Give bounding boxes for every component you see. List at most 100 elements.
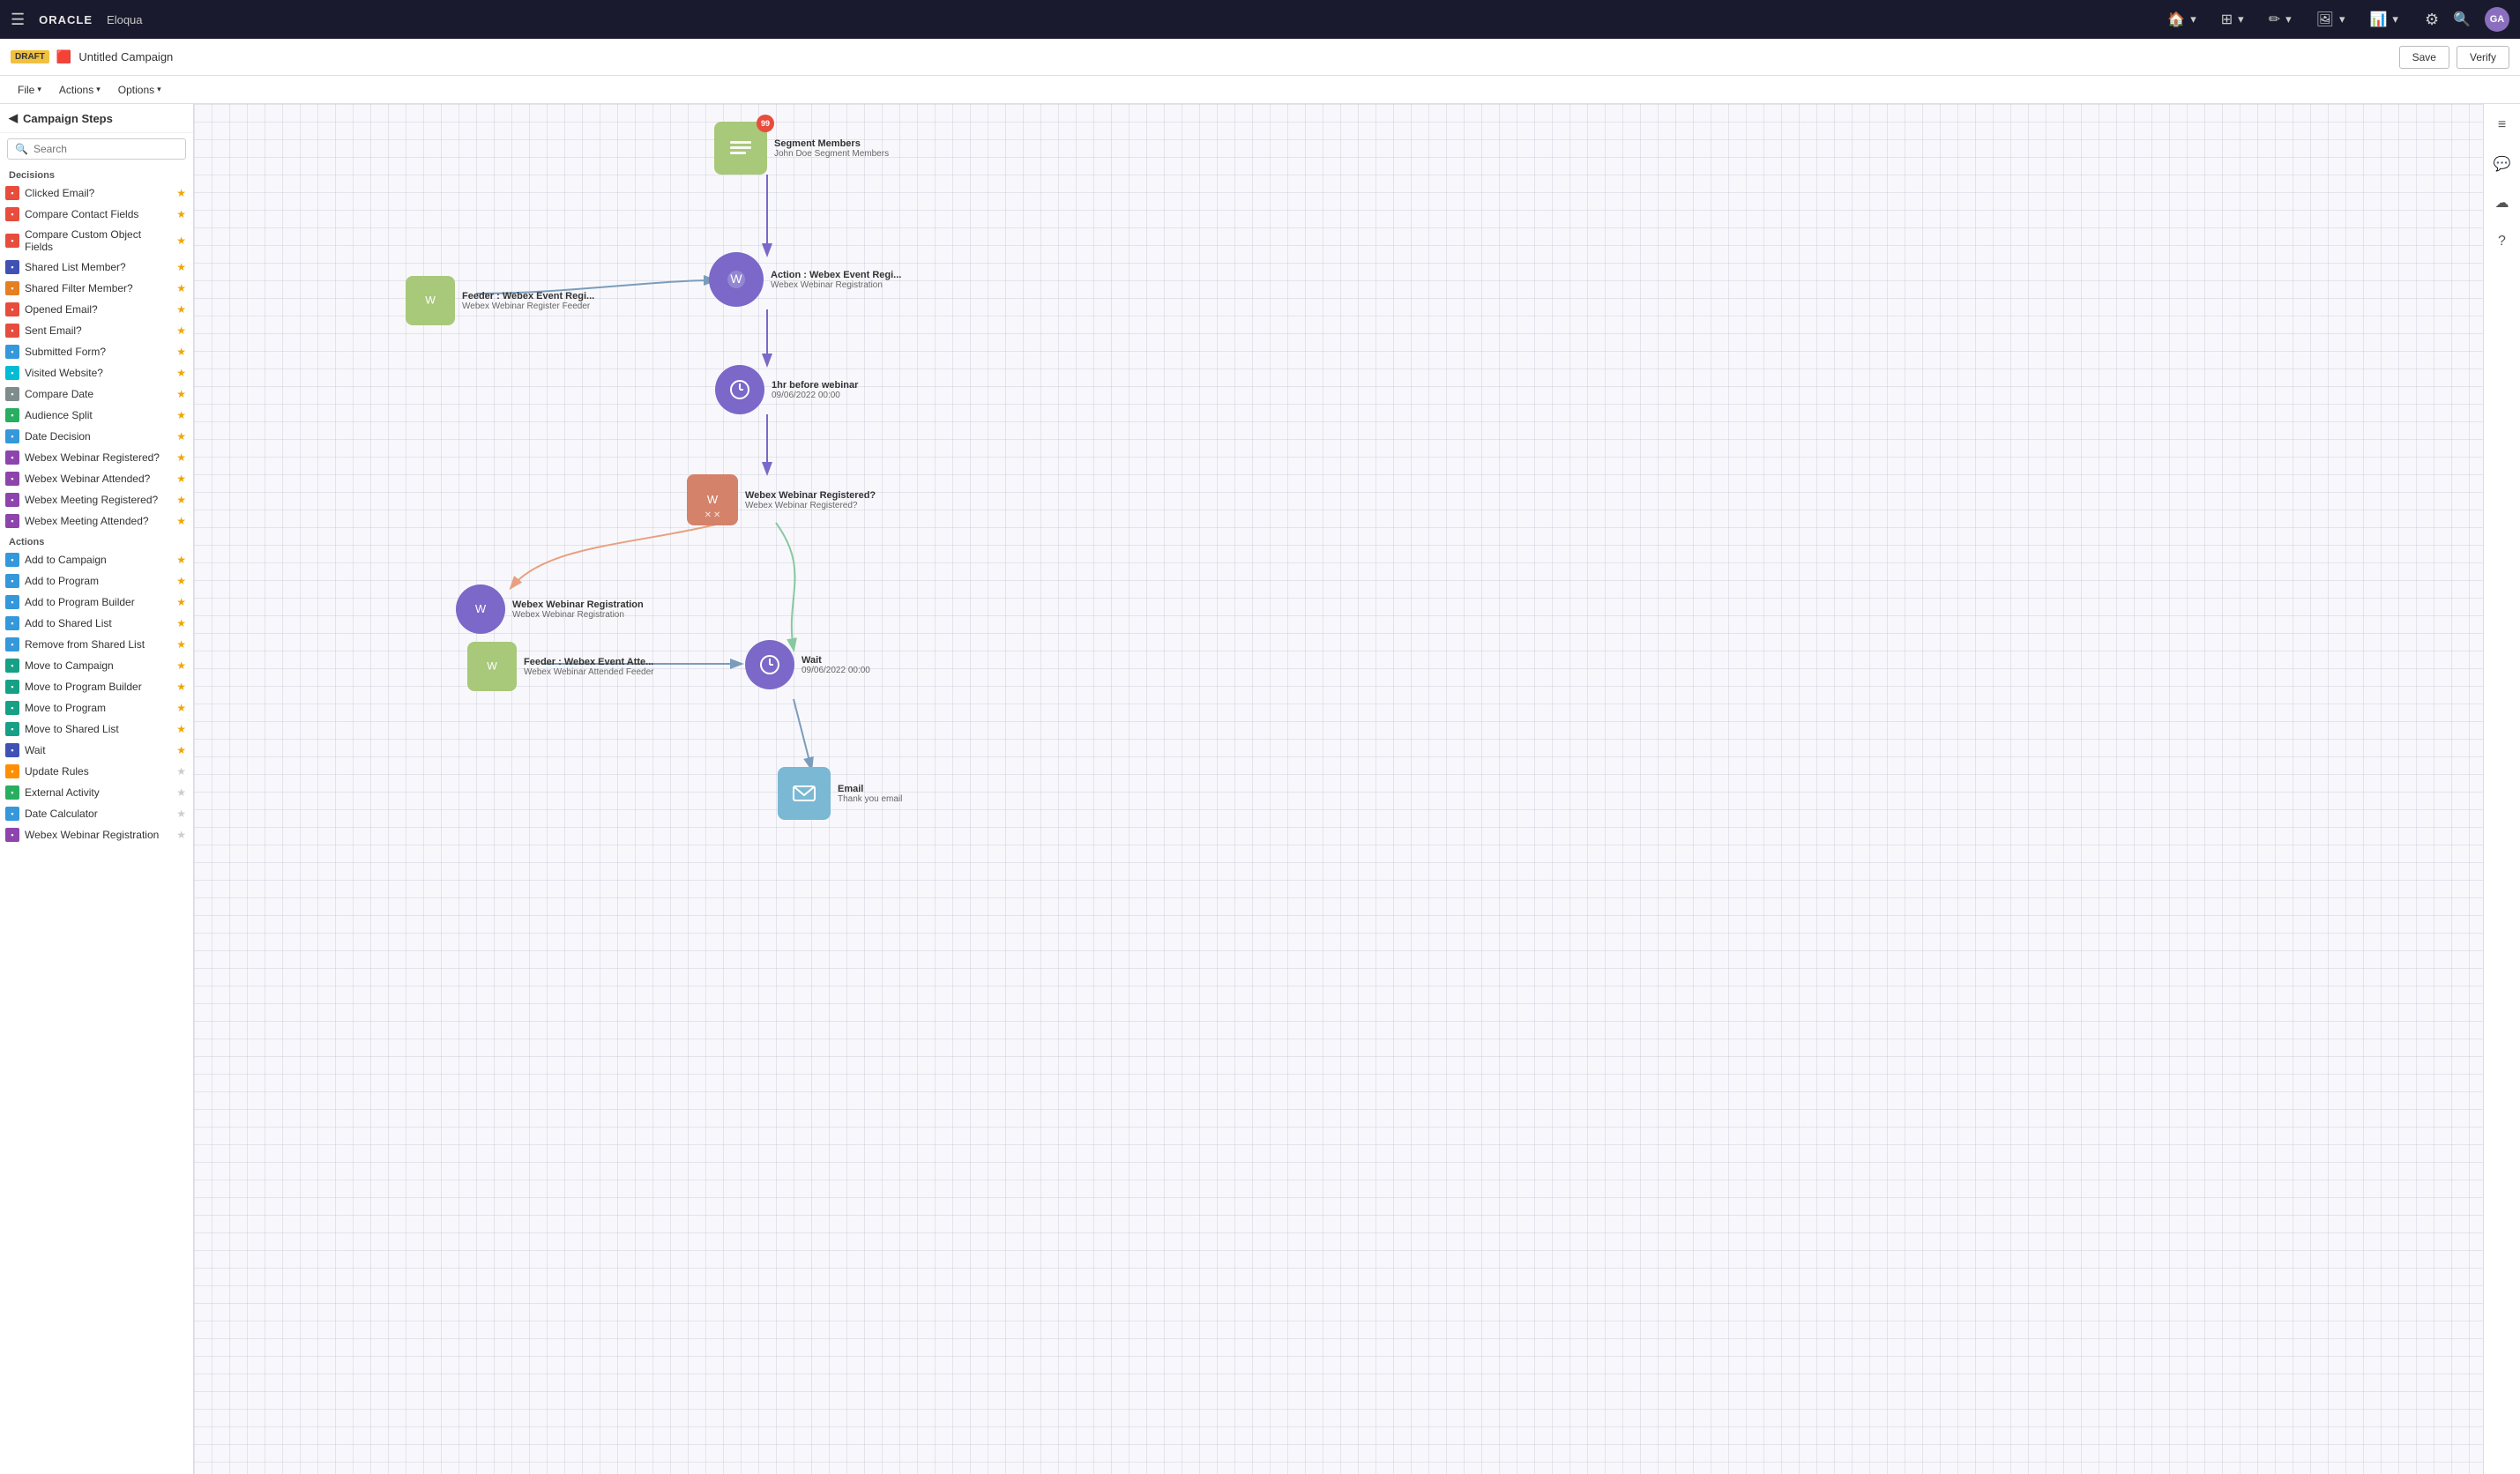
email-node[interactable]: Email Thank you email [778, 767, 902, 820]
star-icon[interactable]: ★ [176, 786, 186, 799]
list-item[interactable]: ▪Date Calculator★ [0, 803, 193, 824]
actions-menu[interactable]: Actions ▾ [52, 80, 108, 100]
list-item[interactable]: ▪Webex Webinar Attended?★ [0, 468, 193, 489]
star-icon[interactable]: ★ [176, 367, 186, 379]
star-icon[interactable]: ★ [176, 829, 186, 841]
star-icon[interactable]: ★ [176, 234, 186, 247]
wait-1hr-node[interactable]: 1hr before webinar 09/06/2022 00:00 [715, 365, 858, 414]
star-icon[interactable]: ★ [176, 324, 186, 337]
list-item[interactable]: ▪Shared Filter Member?★ [0, 278, 193, 299]
list-item[interactable]: ▪Webex Webinar Registered?★ [0, 447, 193, 468]
list-item[interactable]: ▪Add to Program Builder★ [0, 592, 193, 613]
star-icon[interactable]: ★ [176, 473, 186, 485]
star-icon[interactable]: ★ [176, 409, 186, 421]
list-item[interactable]: ▪Compare Contact Fields★ [0, 204, 193, 225]
list-item[interactable]: ▪Remove from Shared List★ [0, 634, 193, 655]
star-icon[interactable]: ★ [176, 261, 186, 273]
list-item[interactable]: ▪Opened Email?★ [0, 299, 193, 320]
list-item[interactable]: ▪Update Rules★ [0, 761, 193, 782]
list-item[interactable]: ▪Add to Campaign★ [0, 549, 193, 570]
star-icon[interactable]: ★ [176, 744, 186, 756]
settings-icon[interactable]: ⚙ [2425, 11, 2439, 29]
star-icon[interactable]: ★ [176, 808, 186, 820]
star-icon[interactable]: ★ [176, 638, 186, 651]
hamburger-button[interactable]: ☰ [11, 11, 25, 29]
star-icon[interactable]: ★ [176, 515, 186, 527]
feeder-attend-node[interactable]: W Feeder : Webex Event Atte... Webex Web… [467, 642, 654, 691]
list-item[interactable]: ▪Submitted Form?★ [0, 341, 193, 362]
star-icon[interactable]: ★ [176, 430, 186, 443]
list-item[interactable]: ▪Webex Meeting Registered?★ [0, 489, 193, 510]
file-menu[interactable]: File ▾ [11, 80, 48, 100]
star-icon[interactable]: ★ [176, 451, 186, 464]
star-icon[interactable]: ★ [176, 723, 186, 735]
star-icon[interactable]: ★ [176, 554, 186, 566]
search-box[interactable]: 🔍 [7, 138, 186, 160]
list-item[interactable]: ▪Webex Webinar Registration★ [0, 824, 193, 845]
campaign-canvas[interactable]: 99 Segment Members John Doe Segment Memb… [194, 104, 2483, 1474]
list-item[interactable]: ▪Add to Shared List★ [0, 613, 193, 634]
step-icon-1-9: ▪ [5, 743, 19, 757]
star-icon[interactable]: ★ [176, 659, 186, 672]
wait-2-node[interactable]: Wait 09/06/2022 00:00 [745, 640, 870, 689]
panel-help-button[interactable]: ? [2488, 227, 2516, 256]
list-item[interactable]: ▪Webex Meeting Attended?★ [0, 510, 193, 532]
segment-members-node[interactable]: 99 Segment Members John Doe Segment Memb… [714, 122, 889, 175]
panel-comment-button[interactable]: 💬 [2488, 150, 2516, 178]
search-icon[interactable]: 🔍 [2453, 11, 2471, 28]
home-nav-item[interactable]: 🏠▾ [2162, 7, 2201, 32]
star-icon[interactable]: ★ [176, 303, 186, 316]
star-icon[interactable]: ★ [176, 575, 186, 587]
star-icon[interactable]: ★ [176, 596, 186, 608]
star-icon[interactable]: ★ [176, 187, 186, 199]
list-item[interactable]: ▪Wait★ [0, 740, 193, 761]
create-caret: ▾ [2285, 12, 2292, 26]
reports-nav-item[interactable]: 📊▾ [2364, 7, 2403, 32]
email-icon [778, 767, 831, 820]
list-item[interactable]: ▪Move to Program Builder★ [0, 676, 193, 697]
options-menu[interactable]: Options ▾ [111, 80, 168, 100]
step-label: Date Decision [25, 430, 171, 443]
star-icon[interactable]: ★ [176, 702, 186, 714]
step-label: Visited Website? [25, 367, 171, 379]
registration-action-label: Webex Webinar Registration Webex Webinar… [512, 599, 644, 620]
star-icon[interactable]: ★ [176, 765, 186, 778]
step-icon-0-3: ▪ [5, 260, 19, 274]
list-item[interactable]: ▪Sent Email?★ [0, 320, 193, 341]
svg-text:W: W [475, 602, 487, 615]
star-icon[interactable]: ★ [176, 388, 186, 400]
star-icon[interactable]: ★ [176, 208, 186, 220]
panel-cloud-button[interactable]: ☁ [2488, 189, 2516, 217]
feeder-register-node[interactable]: W Feeder : Webex Event Regi... Webex Web… [406, 276, 594, 325]
list-item[interactable]: ▪Visited Website?★ [0, 362, 193, 383]
create-nav-item[interactable]: ✏▾ [2263, 7, 2297, 32]
star-icon[interactable]: ★ [176, 494, 186, 506]
star-icon[interactable]: ★ [176, 681, 186, 693]
registration-action-node[interactable]: W Webex Webinar Registration Webex Webin… [456, 584, 644, 634]
list-item[interactable]: ▪Move to Shared List★ [0, 718, 193, 740]
decision-registered-node[interactable]: W ✕ ✕ Webex Webinar Registered? Webex We… [687, 474, 876, 525]
apps-nav-item[interactable]: ⊞▾ [2216, 7, 2249, 32]
star-icon[interactable]: ★ [176, 346, 186, 358]
list-item[interactable]: ▪Add to Program★ [0, 570, 193, 592]
list-item[interactable]: ▪Move to Campaign★ [0, 655, 193, 676]
panel-list-button[interactable]: ≡ [2488, 111, 2516, 139]
campaign-title: Untitled Campaign [78, 50, 173, 63]
list-item[interactable]: ▪Audience Split★ [0, 405, 193, 426]
feeder-register-label: Feeder : Webex Event Regi... Webex Webin… [462, 291, 594, 311]
save-button[interactable]: Save [2399, 46, 2449, 69]
list-item[interactable]: ▪Move to Program★ [0, 697, 193, 718]
list-item[interactable]: ▪Clicked Email?★ [0, 182, 193, 204]
list-item[interactable]: ▪Compare Date★ [0, 383, 193, 405]
star-icon[interactable]: ★ [176, 282, 186, 294]
assets-nav-item[interactable]: 🖼▾ [2311, 7, 2351, 32]
search-input[interactable] [34, 143, 178, 155]
action-webex-node[interactable]: W Action : Webex Event Regi... Webex Web… [709, 252, 901, 307]
list-item[interactable]: ▪Shared List Member?★ [0, 257, 193, 278]
avatar[interactable]: GA [2485, 7, 2509, 32]
star-icon[interactable]: ★ [176, 617, 186, 629]
list-item[interactable]: ▪Date Decision★ [0, 426, 193, 447]
list-item[interactable]: ▪Compare Custom Object Fields★ [0, 225, 193, 257]
verify-button[interactable]: Verify [2457, 46, 2509, 69]
list-item[interactable]: ▪External Activity★ [0, 782, 193, 803]
